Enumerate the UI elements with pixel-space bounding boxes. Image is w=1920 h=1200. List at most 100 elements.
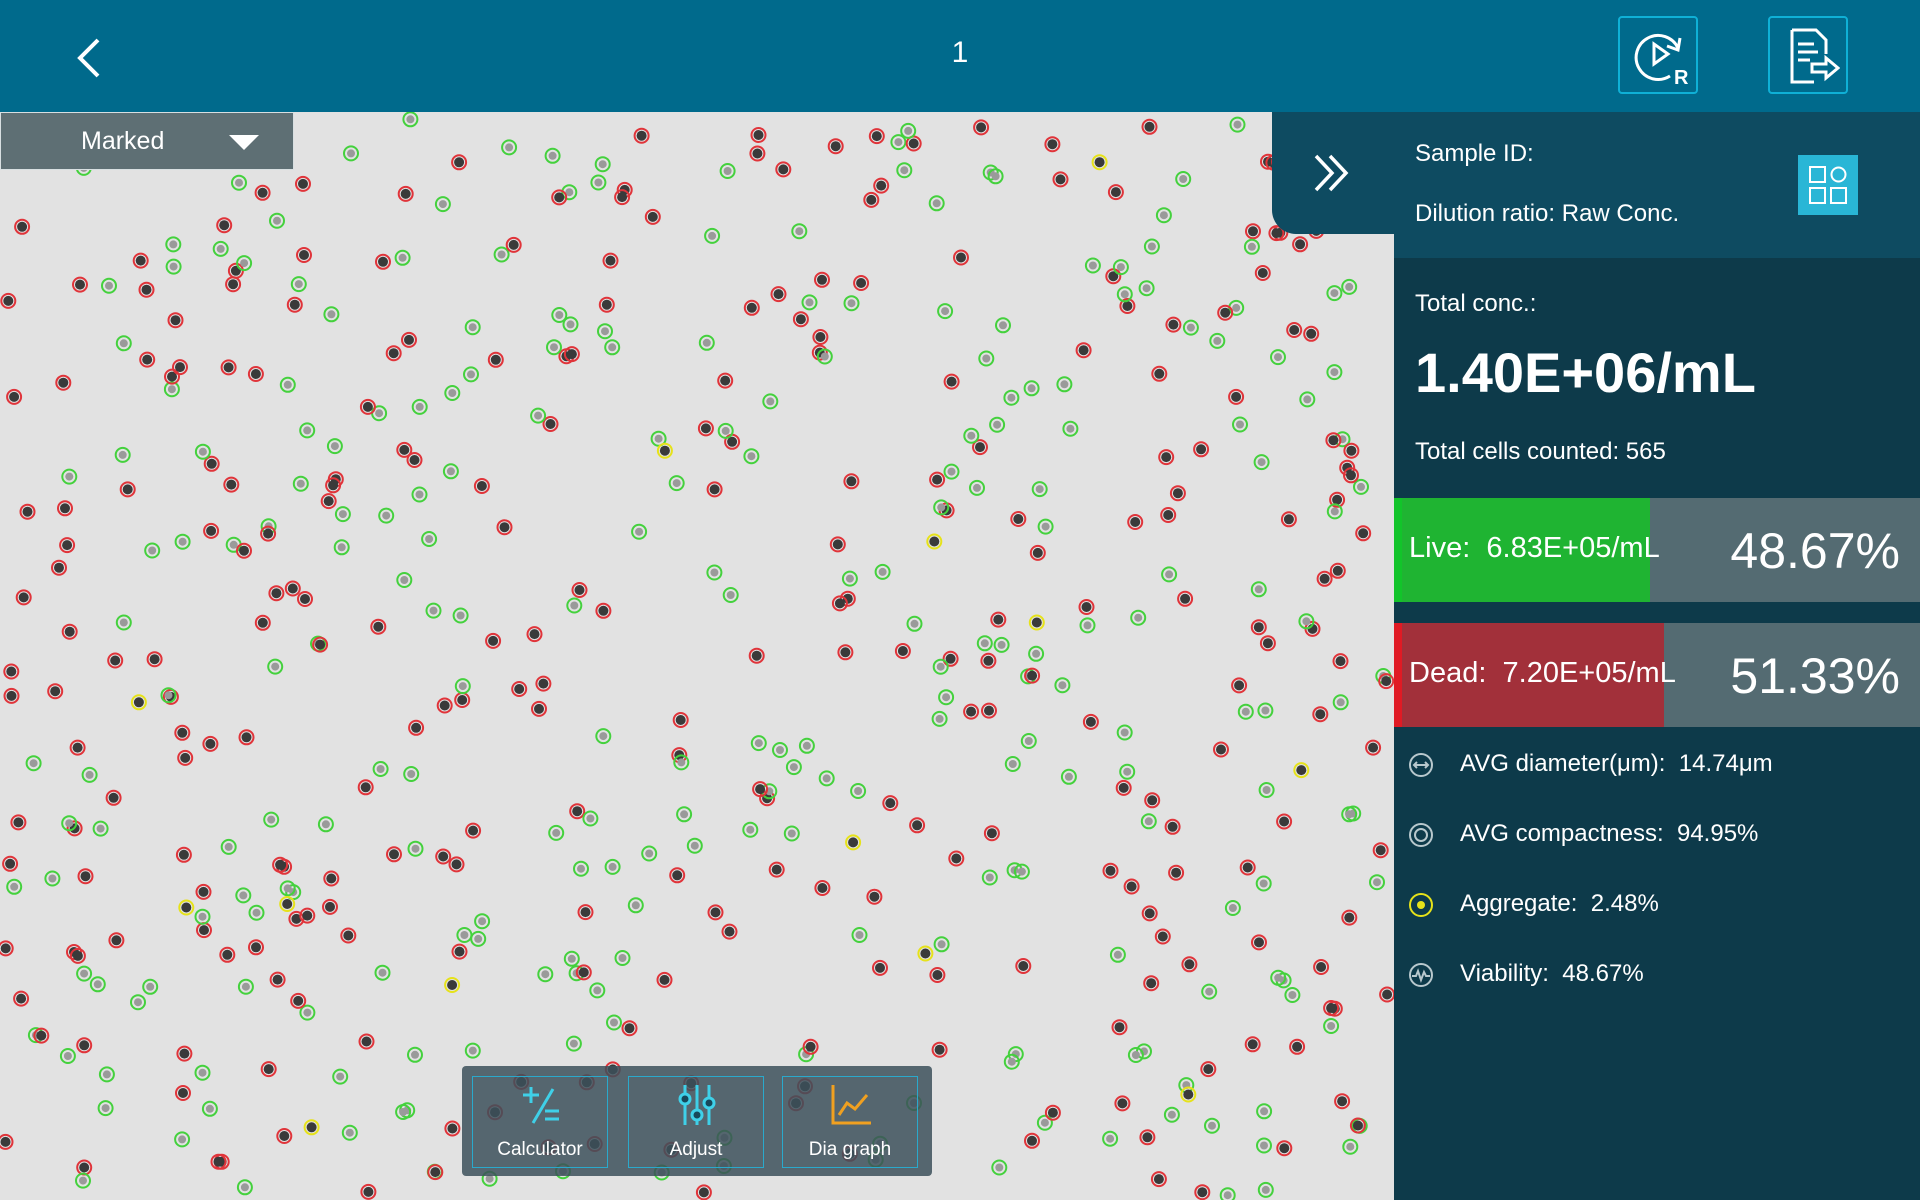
- replay-button[interactable]: R: [1618, 16, 1698, 94]
- metric-value: 48.67%: [1562, 960, 1644, 987]
- cell-marker: [614, 189, 631, 206]
- cell-marker: [863, 191, 880, 208]
- cell-marker: [1078, 599, 1095, 615]
- cell-marker: [13, 990, 30, 1007]
- cell-marker: [668, 475, 685, 492]
- cell-marker: [928, 195, 945, 212]
- cell-marker: [1003, 389, 1020, 406]
- cell-marker: [551, 189, 568, 206]
- cell-marker: [138, 281, 155, 298]
- calculator-button[interactable]: Calculator: [472, 1076, 608, 1168]
- cell-marker: [394, 249, 411, 266]
- cell-marker: [743, 448, 760, 465]
- cell-marker: [1369, 874, 1385, 891]
- cell-marker: [487, 351, 504, 368]
- cell-marker: [571, 582, 588, 598]
- cell-marker: [317, 816, 334, 833]
- cell-marker: [452, 607, 469, 624]
- cell-marker: [748, 647, 765, 664]
- cell-marker: [1312, 706, 1329, 723]
- metric-label: AVG diameter(μm):: [1460, 750, 1666, 777]
- cell-marker: [749, 145, 766, 162]
- cell-marker: [81, 766, 98, 783]
- cell-marker: [132, 252, 149, 269]
- cell-marker: [1180, 1086, 1197, 1103]
- export-report-button[interactable]: [1768, 16, 1848, 94]
- metric-text: Aggregate: 2.48%: [1460, 890, 1659, 918]
- cell-marker: [1163, 1106, 1180, 1123]
- adjust-button[interactable]: Adjust: [628, 1076, 764, 1168]
- cell-marker: [569, 803, 586, 820]
- cell-marker: [408, 719, 425, 736]
- cell-marker: [1161, 566, 1178, 583]
- cell-marker: [334, 506, 351, 523]
- cell-marker: [333, 539, 350, 556]
- cell-marker: [937, 303, 954, 320]
- cell-marker: [531, 700, 547, 717]
- cell-marker: [1343, 442, 1360, 459]
- cell-marker: [375, 253, 391, 270]
- cell-marker: [320, 493, 337, 510]
- cell-marker: [1020, 733, 1037, 749]
- dead-label: Dead:: [1409, 657, 1487, 689]
- cell-marker: [1332, 653, 1349, 670]
- cell-marker: [1231, 677, 1248, 694]
- cell-marker: [1244, 1036, 1261, 1053]
- export-document-icon: [1790, 28, 1840, 84]
- cell-marker: [435, 848, 452, 865]
- cell-marker: [990, 611, 1007, 628]
- cell-marker: [98, 1066, 115, 1083]
- cell-marker: [1141, 905, 1158, 922]
- cell-marker: [1112, 259, 1129, 276]
- display-mode-dropdown[interactable]: Marked: [0, 112, 294, 170]
- cell-marker: [672, 712, 689, 728]
- cell-marker: [991, 1159, 1008, 1176]
- cell-marker: [717, 372, 734, 389]
- grid-icon: [1809, 166, 1847, 204]
- dia-graph-button[interactable]: Dia graph: [782, 1076, 918, 1168]
- cell-marker: [1036, 1114, 1053, 1131]
- cell-marker: [237, 978, 254, 995]
- cell-marker: [1250, 581, 1267, 598]
- cell-marker: [698, 334, 715, 351]
- cell-marker: [566, 597, 583, 614]
- cell-marker: [236, 542, 252, 559]
- cell-marker: [248, 904, 265, 921]
- cell-marker: [451, 154, 468, 171]
- cell-marker: [203, 522, 220, 539]
- cell-marker: [1107, 184, 1124, 201]
- cell-marker: [1286, 322, 1303, 338]
- cell-marker: [697, 420, 714, 437]
- top-bar: 1 R: [0, 0, 1920, 112]
- cell-marker: [995, 317, 1011, 334]
- cell-marker: [114, 446, 131, 463]
- cell-marker: [195, 883, 212, 900]
- cell-marker: [358, 1033, 375, 1050]
- cell-marker: [1299, 391, 1316, 408]
- cell-marker: [44, 870, 61, 887]
- cell-marker: [1115, 779, 1132, 796]
- cell-marker: [1257, 702, 1274, 719]
- cell-marker: [174, 724, 191, 741]
- cell-marker: [938, 689, 955, 706]
- cell-marker: [465, 822, 482, 839]
- cell-marker: [77, 868, 94, 885]
- cell-marker: [130, 694, 147, 711]
- cell-marker: [577, 904, 594, 921]
- cell-marker: [55, 374, 72, 391]
- cell-marker: [177, 749, 194, 766]
- view-mode-button[interactable]: [1798, 155, 1858, 215]
- cell-image-view[interactable]: [0, 112, 1394, 1200]
- viability-icon: [1409, 963, 1433, 987]
- replay-icon: R: [1634, 34, 1689, 86]
- metric-value: 14.74μm: [1678, 750, 1773, 777]
- cell-marker: [686, 837, 703, 854]
- metric-text: Viability: 48.67%: [1460, 960, 1644, 988]
- cell-marker: [175, 1085, 191, 1101]
- cell-marker: [6, 388, 23, 405]
- caret-down-icon: [229, 135, 259, 150]
- collapse-panel-button[interactable]: [1272, 112, 1394, 234]
- cell-marker: [1168, 864, 1185, 881]
- cell-marker: [1349, 1117, 1366, 1134]
- cell-marker: [0, 292, 17, 309]
